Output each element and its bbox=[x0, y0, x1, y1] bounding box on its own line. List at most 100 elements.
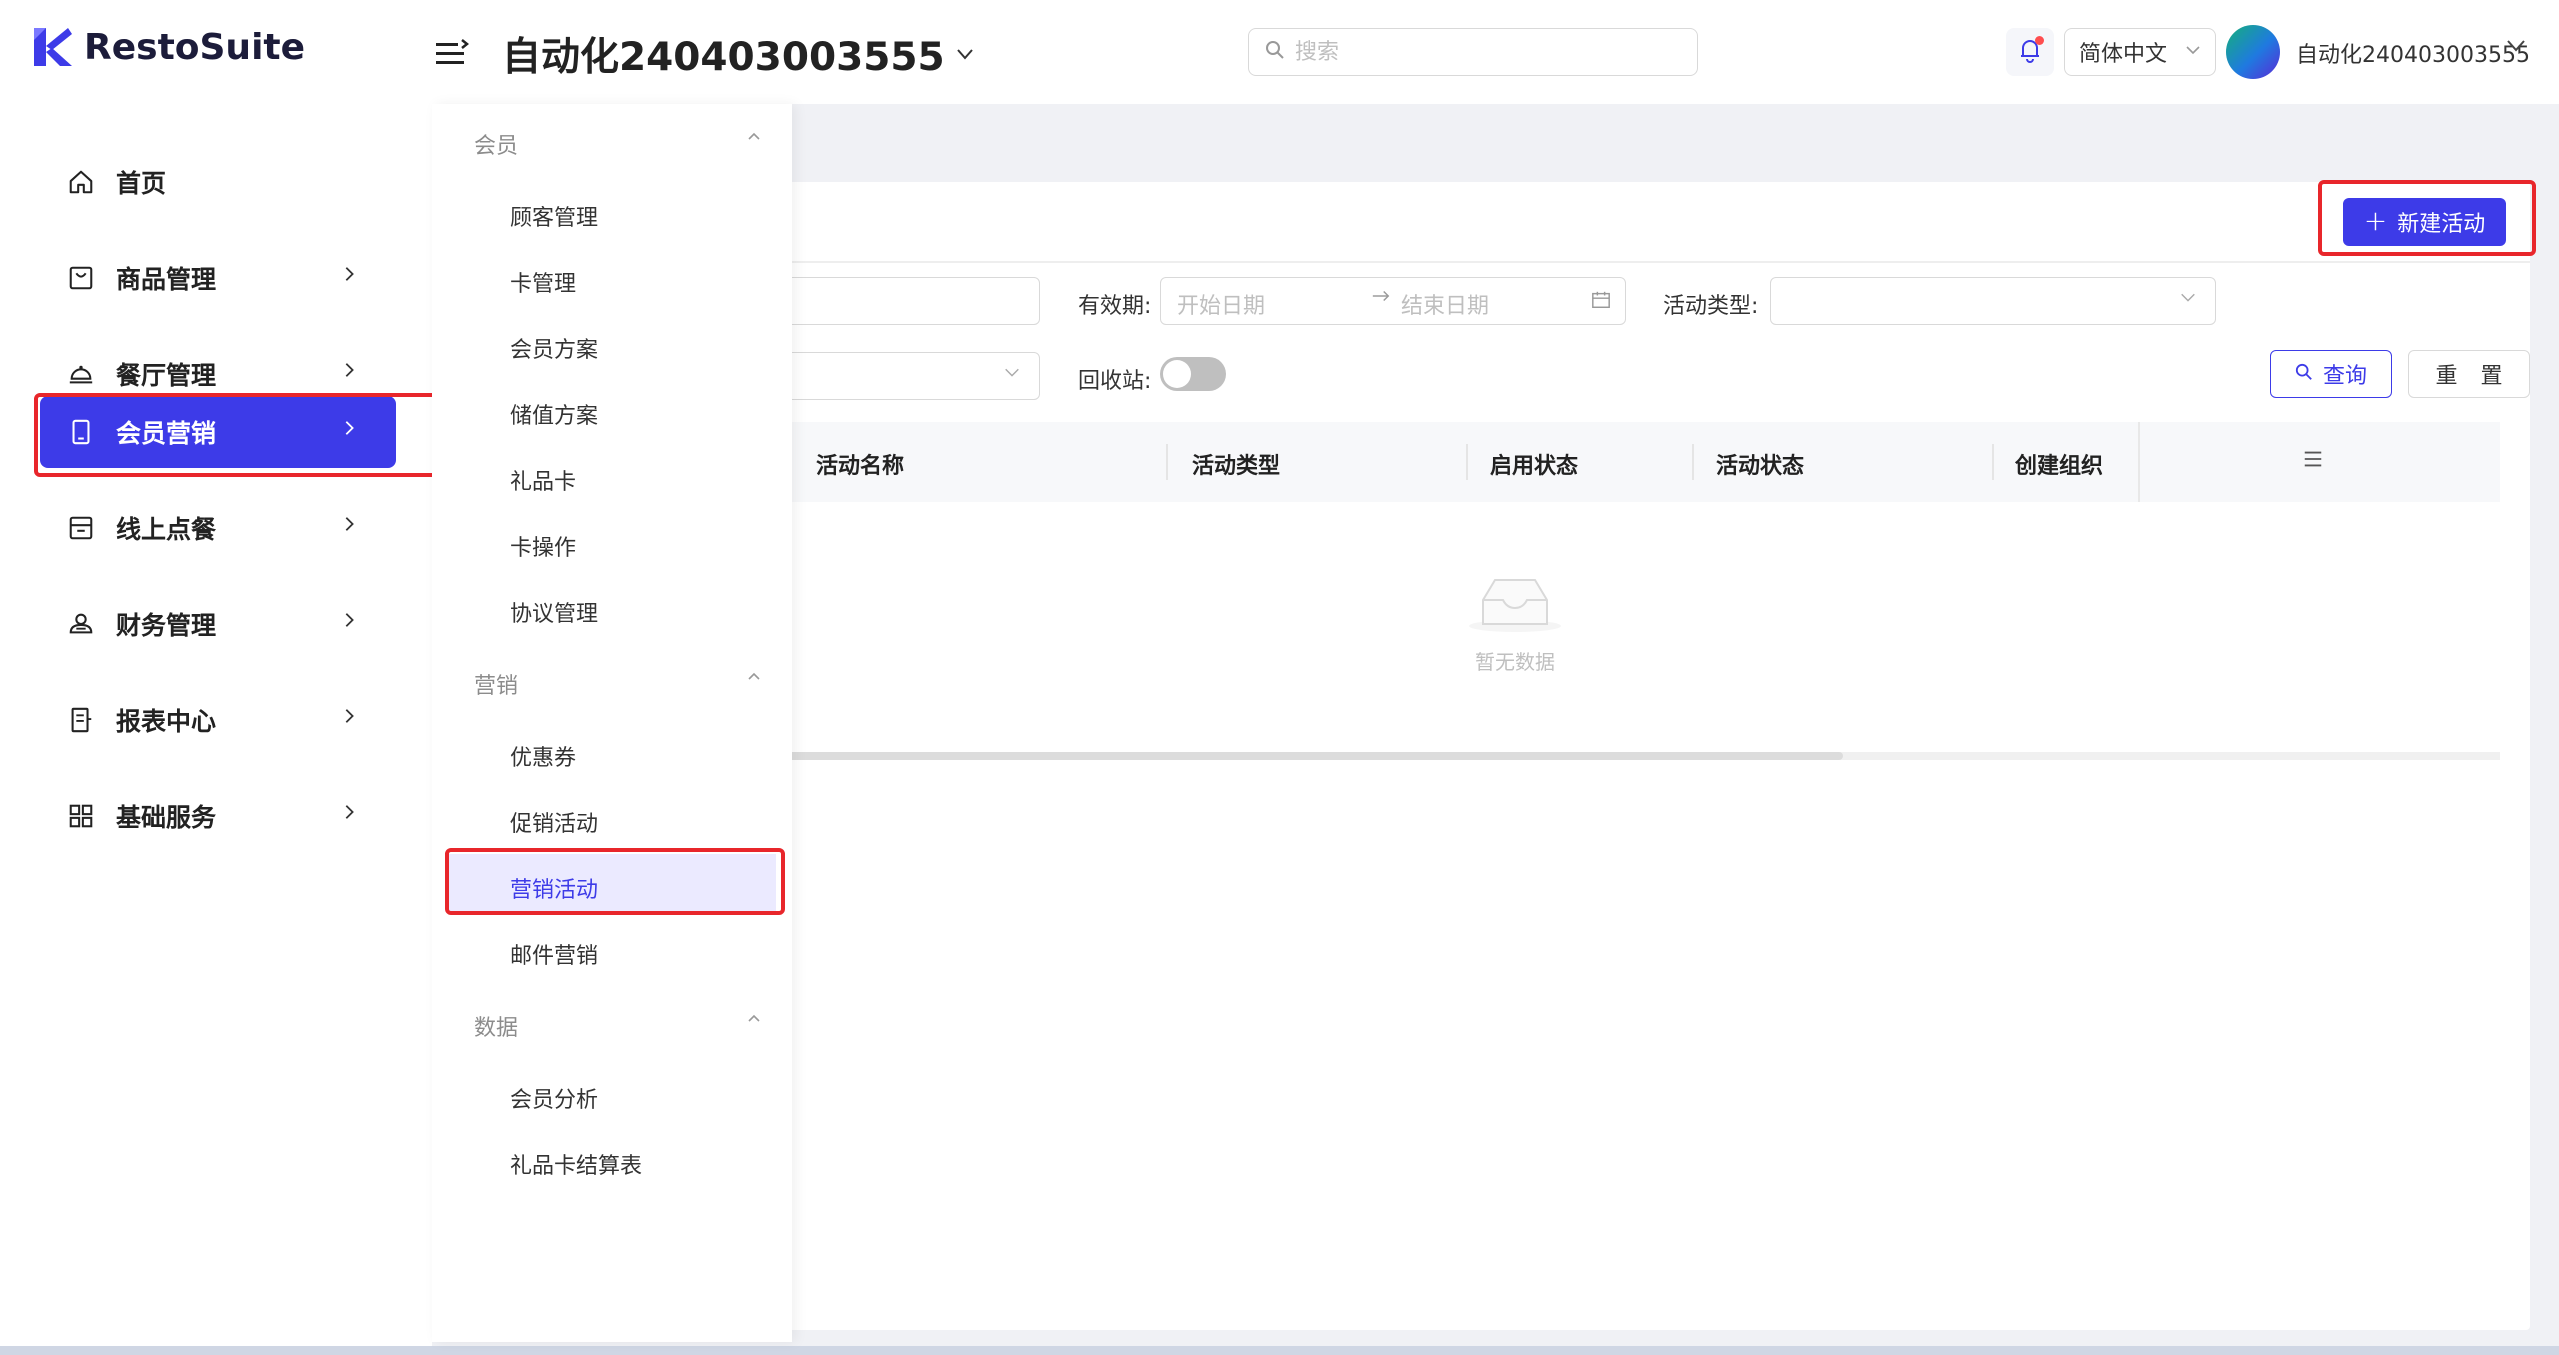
submenu-flyout: 会员 顾客管理 卡管理 会员方案 储值方案 礼品卡 卡操作 协议管理 营销 优惠… bbox=[432, 104, 792, 1342]
column-header[interactable]: 活动名称 bbox=[816, 448, 904, 480]
submenu-item-agreements[interactable]: 协议管理 bbox=[510, 596, 598, 628]
chevron-up-icon bbox=[746, 128, 762, 149]
logo[interactable]: RestoSuite bbox=[32, 26, 305, 68]
bag-icon bbox=[66, 263, 96, 293]
query-label: 查询 bbox=[2322, 364, 2367, 389]
chevron-down-icon bbox=[2185, 42, 2201, 63]
column-header[interactable]: 活动类型 bbox=[1192, 448, 1280, 480]
chevron-down-icon[interactable] bbox=[2505, 34, 2527, 62]
submenu-group-title: 数据 bbox=[474, 1016, 519, 1041]
calendar-icon bbox=[1591, 290, 1611, 316]
submenu-group-marketing[interactable]: 营销 bbox=[474, 668, 774, 700]
search-icon bbox=[1265, 40, 1285, 64]
language-value: 简体中文 bbox=[2079, 42, 2168, 67]
column-header[interactable]: 启用状态 bbox=[1490, 448, 1578, 480]
highlight-box-submenu bbox=[445, 848, 785, 915]
submenu-item-member-analysis[interactable]: 会员分析 bbox=[510, 1082, 598, 1114]
grid-icon bbox=[66, 801, 96, 831]
chevron-up-icon bbox=[746, 668, 762, 689]
sidebar-item-label: 首页 bbox=[116, 169, 167, 198]
report-icon bbox=[66, 705, 96, 735]
notification-dot bbox=[2035, 36, 2044, 45]
sidebar-item-label: 财务管理 bbox=[116, 611, 217, 640]
arrow-right-icon bbox=[1371, 286, 1391, 312]
chevron-down-icon bbox=[955, 41, 975, 71]
collapse-menu-icon[interactable] bbox=[434, 38, 470, 70]
sidebar-item-label: 基础服务 bbox=[116, 803, 217, 832]
column-divider bbox=[1692, 444, 1694, 480]
column-header[interactable]: 活动状态 bbox=[1716, 448, 1804, 480]
submenu-group-title: 营销 bbox=[474, 674, 519, 699]
submenu-item-member-plans[interactable]: 会员方案 bbox=[510, 332, 598, 364]
search-input[interactable] bbox=[1295, 39, 1675, 65]
scrollbar-thumb[interactable] bbox=[770, 752, 1843, 760]
restosuite-logo-icon bbox=[34, 28, 72, 66]
column-settings-icon[interactable] bbox=[2302, 444, 2324, 477]
sidebar-item-finance[interactable]: 财务管理 bbox=[40, 588, 396, 660]
store-switcher[interactable]: 自动化240403003555 bbox=[502, 26, 975, 82]
store-icon bbox=[66, 513, 96, 543]
validity-label: 有效期: bbox=[1078, 294, 1152, 319]
chevron-down-icon bbox=[2179, 287, 2197, 311]
sidebar-item-products[interactable]: 商品管理 bbox=[40, 242, 396, 314]
sidebar-item-basic-services[interactable]: 基础服务 bbox=[40, 780, 396, 852]
submenu-group-member[interactable]: 会员 bbox=[474, 128, 774, 160]
sidebar-item-home[interactable]: 首页 bbox=[40, 146, 396, 218]
submenu-item-email-marketing[interactable]: 邮件营销 bbox=[510, 938, 598, 970]
submenu-item-promotions[interactable]: 促销活动 bbox=[510, 806, 598, 838]
sidebar-item-online-ordering[interactable]: 线上点餐 bbox=[40, 492, 396, 564]
column-header[interactable]: 创建组织 bbox=[2015, 448, 2103, 480]
submenu-item-customers[interactable]: 顾客管理 bbox=[510, 200, 598, 232]
submenu-item-stored-value-plans[interactable]: 储值方案 bbox=[510, 398, 598, 430]
sidebar-item-label: 餐厅管理 bbox=[116, 361, 217, 390]
sidebar-item-label: 线上点餐 bbox=[116, 515, 217, 544]
empty-box-icon bbox=[1465, 579, 1565, 638]
notification-button[interactable] bbox=[2006, 28, 2054, 76]
reset-label: 重 置 bbox=[2435, 364, 2511, 389]
toggle-knob bbox=[1163, 360, 1191, 388]
activity-type-select[interactable] bbox=[1770, 277, 2216, 325]
sidebar-item-reports[interactable]: 报表中心 bbox=[40, 684, 396, 756]
language-select[interactable]: 简体中文 bbox=[2064, 28, 2216, 76]
submenu-item-gift-cards[interactable]: 礼品卡 bbox=[510, 464, 576, 496]
chevron-right-icon bbox=[340, 264, 358, 289]
reset-button[interactable]: 重 置 bbox=[2408, 350, 2530, 398]
main-card: + 新建活动 有效期: 开始日期 结束日期 活动类型: 回收站: 查询 重 置 … bbox=[750, 182, 2530, 1330]
search-icon bbox=[2295, 362, 2313, 387]
top-header: RestoSuite 自动化240403003555 简体中文 bbox=[0, 0, 2559, 104]
window-bottom-edge bbox=[0, 1346, 2559, 1355]
chevron-right-icon bbox=[340, 610, 358, 635]
empty-text: 暂无数据 bbox=[1475, 650, 1555, 674]
chevron-up-icon bbox=[746, 1010, 762, 1031]
divider bbox=[770, 261, 2530, 263]
recycle-bin-toggle[interactable] bbox=[1160, 357, 1226, 391]
sidebar-item-label: 报表中心 bbox=[116, 707, 217, 736]
highlight-box-new-button bbox=[2318, 180, 2536, 256]
date-range-picker[interactable]: 开始日期 结束日期 bbox=[1160, 277, 1626, 325]
logo-text: RestoSuite bbox=[84, 26, 306, 68]
sidebar: 首页 商品管理 餐厅管理 会员营销 线上点餐 财务管理 报表中心 基础服务 bbox=[0, 104, 432, 1350]
finance-icon bbox=[66, 609, 96, 639]
chevron-down-icon bbox=[1003, 362, 1021, 386]
submenu-group-data[interactable]: 数据 bbox=[474, 1010, 774, 1042]
home-icon bbox=[66, 167, 96, 197]
user-name[interactable]: 自动化240403003555 bbox=[2296, 37, 2530, 69]
column-divider bbox=[1466, 444, 1468, 480]
search-box[interactable] bbox=[1248, 28, 1698, 76]
submenu-item-card-operations[interactable]: 卡操作 bbox=[510, 530, 576, 562]
column-divider bbox=[1992, 444, 1994, 480]
status-select[interactable] bbox=[750, 352, 1040, 400]
avatar[interactable] bbox=[2226, 25, 2280, 79]
chevron-right-icon bbox=[340, 706, 358, 731]
end-date-placeholder: 结束日期 bbox=[1401, 294, 1490, 319]
activity-type-label: 活动类型: bbox=[1663, 294, 1759, 319]
query-button[interactable]: 查询 bbox=[2270, 350, 2392, 398]
activity-name-input[interactable] bbox=[750, 277, 1040, 325]
submenu-group-title: 会员 bbox=[474, 134, 519, 159]
horizontal-scrollbar[interactable] bbox=[770, 752, 2500, 760]
submenu-item-gift-card-settlement[interactable]: 礼品卡结算表 bbox=[510, 1148, 642, 1180]
chevron-right-icon bbox=[340, 802, 358, 827]
submenu-item-cards[interactable]: 卡管理 bbox=[510, 266, 576, 298]
column-divider bbox=[1166, 444, 1168, 480]
submenu-item-coupons[interactable]: 优惠券 bbox=[510, 740, 576, 772]
